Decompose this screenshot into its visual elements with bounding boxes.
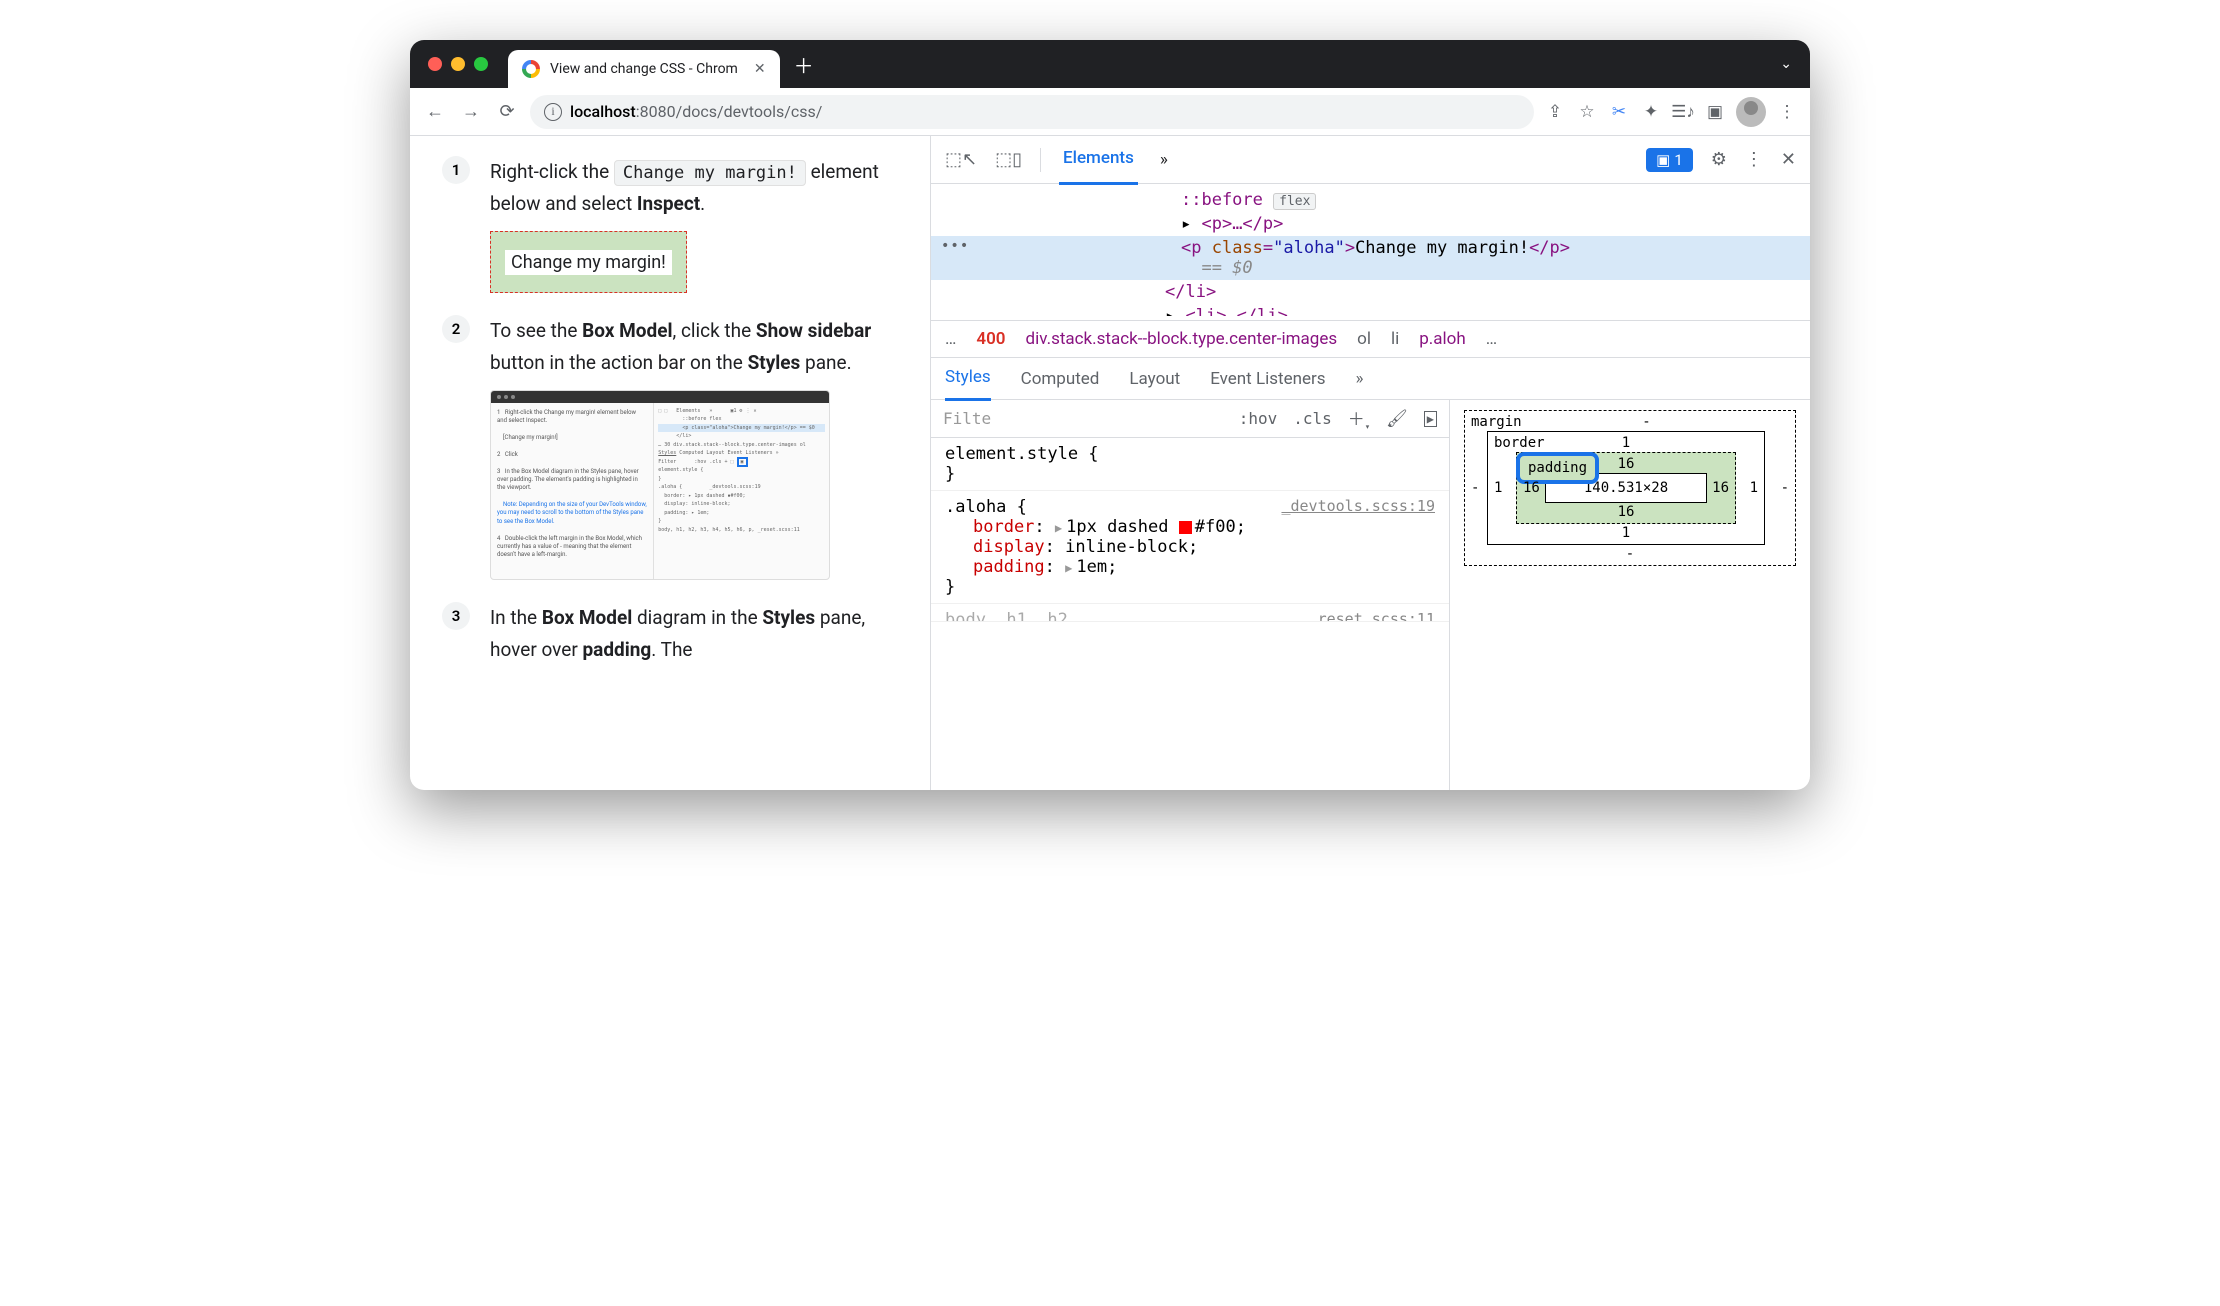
css-rule[interactable]: .aloha { _devtools.scss:19 border: ▶1px … [931,491,1449,604]
subtab-layout[interactable]: Layout [1129,358,1180,400]
new-tab-button[interactable]: ＋ [794,50,814,79]
site-info-icon[interactable]: i [544,103,562,121]
sidebar-toggle-icon[interactable]: ▶ [1424,411,1437,427]
color-swatch-icon[interactable] [1179,521,1192,534]
dom-node[interactable]: ::before flex [931,188,1810,212]
subtab-styles[interactable]: Styles [945,356,991,401]
step-2: 2 To see the Box Model, click the Show s… [442,315,898,580]
filter-input[interactable]: Filte [943,409,991,428]
close-tab-icon[interactable]: ✕ [754,61,766,77]
hov-button[interactable]: :hov [1239,409,1278,428]
sidepanel-icon[interactable]: ▣ [1704,101,1726,123]
scissors-icon[interactable]: ✂ [1608,101,1630,123]
source-link[interactable]: _devtools.scss:19 [1281,497,1435,515]
styles-column: Filte :hov .cls ＋▾ 🖌 ▶ element.style { }… [931,400,1450,790]
reading-list-icon[interactable]: ☰♪ [1672,101,1694,123]
minimize-window-icon[interactable] [451,57,465,71]
paint-icon[interactable]: 🖌 [1386,409,1408,429]
feedback-badge[interactable]: ▣ 1 [1646,148,1693,172]
step-number: 2 [442,315,470,343]
browser-tab[interactable]: View and change CSS - Chrom ✕ [508,50,780,88]
tab-elements[interactable]: Elements [1059,134,1138,185]
settings-icon[interactable]: ⚙ [1711,149,1727,170]
css-rule[interactable]: body, h1, h2 reset.scss:11 [931,604,1449,622]
reload-button[interactable]: ⟳ [494,99,520,125]
subtab-listeners[interactable]: Event Listeners [1210,358,1325,400]
demo-element[interactable]: Change my margin! [490,231,687,294]
code-inline: Change my margin! [614,160,806,186]
step-body: Right-click the Change my margin! elemen… [490,156,898,293]
tab-title: View and change CSS - Chrom [550,61,738,77]
url-port: :8080 [636,102,676,121]
dom-node-selected[interactable]: <p class="aloha">Change my margin!</p> =… [931,236,1810,280]
url-host: localhost [570,102,636,121]
documentation-pane: 1 Right-click the Change my margin! elem… [410,136,930,790]
subtab-more[interactable]: » [1356,358,1364,400]
devtools-header: ⬚↖ ⬚▯ Elements » ▣ 1 ⚙ ⋮ ✕ [931,136,1810,184]
dom-tree[interactable]: ::before flex ▸ <p>…</p> <p class="aloha… [931,184,1810,320]
forward-button[interactable]: → [458,99,484,125]
profile-avatar[interactable] [1736,97,1766,127]
step-body: To see the Box Model, click the Show sid… [490,315,898,580]
error-count[interactable]: 400 [976,329,1005,349]
device-toggle-icon[interactable]: ⬚▯ [995,149,1022,170]
browser-toolbar: ← → ⟳ i localhost:8080/docs/devtools/css… [410,88,1810,136]
back-button[interactable]: ← [422,99,448,125]
css-rule[interactable]: element.style { } [931,438,1449,491]
tab-search-icon[interactable]: ⌄ [1780,56,1792,72]
titlebar: View and change CSS - Chrom ✕ ＋ ⌄ [410,40,1810,88]
subtab-computed[interactable]: Computed [1021,358,1100,400]
tab-more[interactable]: » [1156,136,1172,184]
chrome-favicon-icon [522,60,540,78]
new-rule-icon[interactable]: ＋▾ [1348,405,1370,432]
styles-tabs: Styles Computed Layout Event Listeners » [931,358,1810,400]
dom-node[interactable]: ▸ <p>…</p> [931,212,1810,236]
menu-icon[interactable]: ⋮ [1776,101,1798,123]
kebab-icon[interactable]: ⋮ [1745,149,1763,170]
box-margin[interactable]: margin - - - - border 1 1 1 1 [1464,410,1796,566]
inspect-icon[interactable]: ⬚↖ [945,149,977,170]
step-3: 3 In the Box Model diagram in the Styles… [442,602,898,667]
devtools-pane: ⬚↖ ⬚▯ Elements » ▣ 1 ⚙ ⋮ ✕ ::before flex… [930,136,1810,790]
bookmark-icon[interactable]: ☆ [1576,101,1598,123]
close-devtools-icon[interactable]: ✕ [1781,149,1796,170]
box-padding[interactable]: padding 16 16 16 16 140.531×28 [1516,452,1736,524]
share-icon[interactable]: ⇪ [1544,101,1566,123]
screenshot-thumbnail: 1 Right-click the Change my margin! elem… [490,390,830,580]
step-1: 1 Right-click the Change my margin! elem… [442,156,898,293]
close-window-icon[interactable] [428,57,442,71]
dom-breadcrumb[interactable]: … 400 div.stack.stack--block.type.center… [931,320,1810,358]
url-path: /docs/devtools/css/ [676,102,823,121]
browser-window: View and change CSS - Chrom ✕ ＋ ⌄ ← → ⟳ … [410,40,1810,790]
step-body: In the Box Model diagram in the Styles p… [490,602,898,667]
dom-node[interactable]: ▸ <li>…</li> [931,304,1810,316]
extensions-icon[interactable]: ✦ [1640,101,1662,123]
box-model-diagram[interactable]: margin - - - - border 1 1 1 1 [1464,410,1796,566]
box-model-column: margin - - - - border 1 1 1 1 [1450,400,1810,790]
step-number: 3 [442,602,470,630]
maximize-window-icon[interactable] [474,57,488,71]
box-border[interactable]: border 1 1 1 1 padding 16 16 16 [1487,431,1765,545]
address-bar[interactable]: i localhost:8080/docs/devtools/css/ [530,95,1534,129]
devtools-body: Filte :hov .cls ＋▾ 🖌 ▶ element.style { }… [931,400,1810,790]
dom-node[interactable]: </li> [931,280,1810,304]
content-area: 1 Right-click the Change my margin! elem… [410,136,1810,790]
window-controls [428,57,488,71]
step-number: 1 [442,156,470,184]
cls-button[interactable]: .cls [1293,409,1332,428]
styles-filter-row: Filte :hov .cls ＋▾ 🖌 ▶ [931,400,1449,438]
